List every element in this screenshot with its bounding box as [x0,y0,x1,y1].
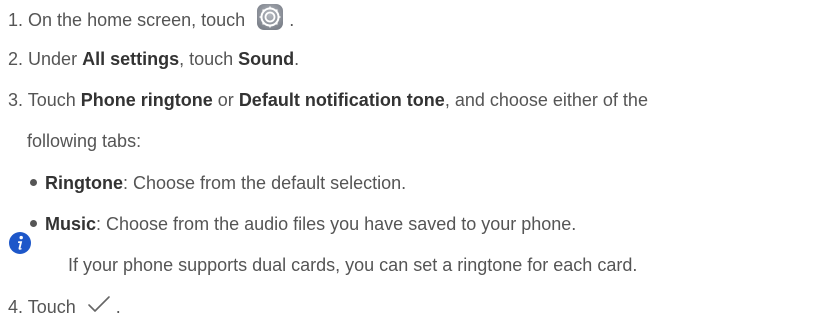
all-settings-label: All settings [82,49,180,69]
info-icon [8,231,32,255]
step-1: 1. On the home screen, touch . [8,4,295,35]
step-1-text: On the home screen, touch [28,9,246,30]
checkmark-icon [87,294,111,314]
tab-desc-ringtone: : Choose from the default selection. [123,173,407,193]
step-4-text: Touch [27,297,76,317]
step-2-period: . [294,49,300,69]
tab-item-music: Music: Choose from the audio files you h… [30,213,576,235]
step-4-period: . [115,297,121,317]
step-3-or: or [217,90,234,110]
step-3-number: 3. [8,90,24,110]
step-3-pre: Touch [27,90,76,110]
step-3-post: , and choose either of the [444,90,648,110]
bullet-icon [30,219,37,227]
step-1-number: 1. [8,9,24,30]
tab-label-ringtone: Ringtone [45,173,123,193]
bullet-icon [30,178,37,186]
tab-item-ringtone: Ringtone: Choose from the default select… [30,172,406,194]
sound-label: Sound [238,49,295,69]
step-2-pre: Under [28,49,78,69]
step-2: 2. Under All settings, touch Sound. [8,48,299,70]
settings-gear-icon [256,3,284,31]
step-4-number: 4. [8,297,24,317]
step-3: 3. Touch Phone ringtone or Default notif… [8,89,648,111]
step-1-period: . [289,9,295,30]
note-text: If your phone supports dual cards, you c… [68,255,638,275]
step-3-continuation: following tabs: [27,131,142,151]
default-notification-tone-label: Default notification tone [238,90,445,110]
step-2-number: 2. [8,49,24,69]
tab-label-music: Music [45,214,97,234]
step-2-mid: , touch [179,49,234,69]
phone-ringtone-label: Phone ringtone [80,90,213,110]
step-4: 4. Touch . [8,296,121,318]
tab-desc-music: : Choose from the audio files you have s… [96,214,577,234]
